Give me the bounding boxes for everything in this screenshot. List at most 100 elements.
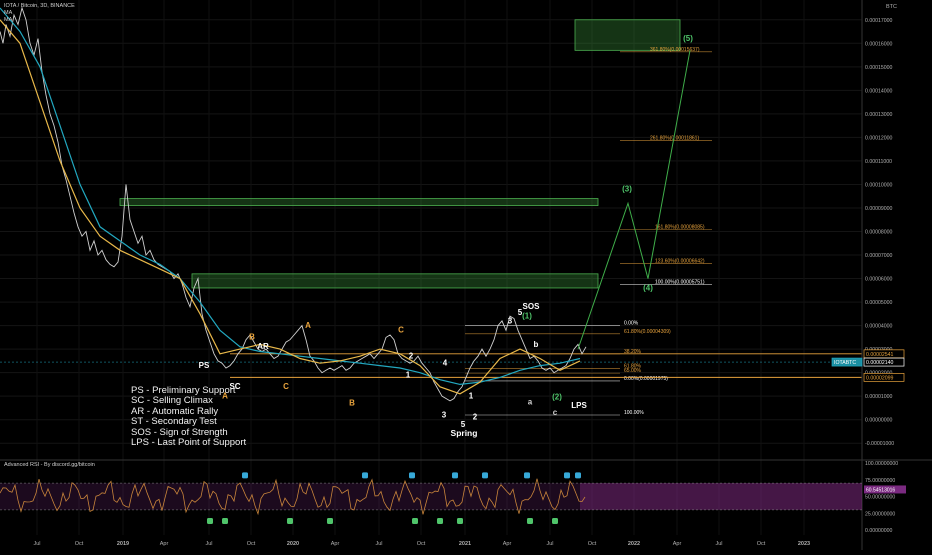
x-tick-label: Oct xyxy=(588,541,597,547)
indicator-ma-2[interactable]: MA xyxy=(4,17,75,24)
rsi-band-highlight xyxy=(580,483,862,510)
indicator-ma-1[interactable]: MA xyxy=(4,10,75,17)
x-tick-label: Oct xyxy=(757,541,766,547)
x-tick-label: Apr xyxy=(160,541,169,547)
fib-level-label: 100.00% xyxy=(624,410,644,416)
wyckoff-legend: PS - Preliminary Support SC - Selling Cl… xyxy=(131,385,247,449)
y-tick-label: 0.00017000 xyxy=(865,18,893,24)
y-tick-label: 0.00013000 xyxy=(865,112,893,118)
rsi-bottom-marker xyxy=(222,517,228,524)
fib-level-label: 261.80%(0.00011861) xyxy=(650,136,699,142)
rsi-top-marker xyxy=(409,472,415,479)
rsi-top-marker xyxy=(482,472,488,479)
y-tick-label: 0.00004000 xyxy=(865,324,893,330)
x-tick-label: 2021 xyxy=(459,541,471,547)
rsi-top-marker xyxy=(452,472,458,479)
rsi-top-marker xyxy=(524,472,530,479)
y-tick-label: 0.00005000 xyxy=(865,300,893,306)
x-tick-label: Apr xyxy=(503,541,512,547)
wave-label: 1 xyxy=(469,392,474,401)
x-tick-label: 2022 xyxy=(628,541,640,547)
fib-level-label: 65.00% xyxy=(624,368,642,374)
fib-level-label: 61.80%(0.00004309) xyxy=(624,329,671,335)
x-tick-label: Oct xyxy=(75,541,84,547)
rsi-tick-label: 100.00000000 xyxy=(865,461,898,467)
rsi-title[interactable]: Advanced RSI - By discord.gg/bitcoin xyxy=(4,462,95,468)
y-tick-label: 0.00010000 xyxy=(865,182,893,188)
currency-label: BTC xyxy=(886,4,897,10)
fib-level-label: 361.80%(0.00015637) xyxy=(650,47,700,53)
chart-header: IOTA / Bitcoin, 3D, BINANCE MA MA xyxy=(4,3,75,24)
wave-label: 2 xyxy=(409,352,414,361)
x-tick-label: Oct xyxy=(247,541,256,547)
wave-label: A xyxy=(305,321,311,330)
wave-label: 3 xyxy=(442,410,447,419)
x-tick-label: Jul xyxy=(205,541,212,547)
rsi-tick-label: 50.00000000 xyxy=(865,495,895,501)
rsi-tick-label: 0.00000000 xyxy=(865,528,893,534)
wave-label: B xyxy=(249,333,255,342)
chart-root: 361.80%(0.00015637) 261.80%(0.00011861) 1 6… xyxy=(0,0,932,550)
symbol-line: IOTA / Bitcoin, 3D, BINANCE xyxy=(4,3,75,9)
rsi-top-marker xyxy=(575,472,581,479)
wave-label: (1) xyxy=(522,312,532,321)
y-tick-label: -0.00001000 xyxy=(865,441,894,447)
x-tick-label: 2023 xyxy=(798,541,810,547)
x-tick-label: Jul xyxy=(546,541,553,547)
x-tick-label: Apr xyxy=(331,541,340,547)
wave-label: (3) xyxy=(622,185,632,194)
wave-label: PS xyxy=(199,361,210,370)
wave-label: (2) xyxy=(552,393,562,402)
rsi-bottom-marker xyxy=(287,517,293,524)
rsi-top-marker xyxy=(564,472,570,479)
rsi-tick-label: 25.00000000 xyxy=(865,511,895,517)
wave-label: AR xyxy=(257,342,269,351)
y-tick-label: 0.00014000 xyxy=(865,88,893,94)
y-tick-label: 0.00011000 xyxy=(865,159,892,165)
wave-label: b xyxy=(534,340,539,349)
price-label: 0.00002140 xyxy=(866,360,894,366)
x-tick-label: Apr xyxy=(673,541,682,547)
wave-label: 4 xyxy=(443,359,448,368)
wave-label: C xyxy=(283,382,289,391)
y-tick-label: 0.00016000 xyxy=(865,41,893,47)
wave-label: 2 xyxy=(473,413,478,422)
wave-label: (4) xyxy=(643,283,653,292)
y-tick-label: 0.00006000 xyxy=(865,277,893,283)
wave-label: LPS xyxy=(571,401,587,410)
y-tick-label: 0.00000000 xyxy=(865,418,893,424)
wave-label: SOS xyxy=(523,302,541,311)
y-tick-label: 0.00007000 xyxy=(865,253,893,259)
wave-label: c xyxy=(553,408,558,417)
fib-level-label: 0.00%(0.00001975) xyxy=(624,376,668,382)
wave-label: (5) xyxy=(683,34,693,43)
x-tick-label: Oct xyxy=(417,541,426,547)
supply-zone xyxy=(119,198,599,207)
rsi-bottom-marker xyxy=(327,517,333,524)
fib-level-label: 123.60%(0.00006642) xyxy=(655,258,705,264)
x-tick-label: Jul xyxy=(715,541,722,547)
price-label: 0.00002541 xyxy=(866,352,894,358)
rsi-bottom-marker xyxy=(527,517,533,524)
fib-level-label: 100.00%(0.00005751) xyxy=(655,279,705,285)
rsi-bottom-marker xyxy=(552,517,558,524)
x-tick-label: 2019 xyxy=(117,541,129,547)
rsi-bottom-marker xyxy=(457,517,463,524)
rsi-current-label: 60.54513016 xyxy=(866,487,895,493)
fib-level-label: 0.00% xyxy=(624,321,639,327)
wave-label: 1 xyxy=(406,370,411,379)
price-chart: 361.80%(0.00015637) 261.80%(0.00011861) 1 6… xyxy=(0,0,932,550)
legend-line: LPS - Last Point of Support xyxy=(131,437,247,449)
price-label: 0.00002099 xyxy=(866,375,894,381)
y-tick-label: 0.00001000 xyxy=(865,394,893,400)
y-tick-label: 0.00008000 xyxy=(865,230,893,236)
supply-zone xyxy=(191,273,599,289)
x-tick-label: Jul xyxy=(33,541,40,547)
y-tick-label: 0.00012000 xyxy=(865,135,893,141)
wave-label: a xyxy=(528,397,533,406)
rsi-bottom-marker xyxy=(437,517,443,524)
wave-label: C xyxy=(398,326,404,335)
wave-label: 3 xyxy=(508,316,513,325)
rsi-bottom-marker xyxy=(207,517,213,524)
x-tick-label: 2020 xyxy=(287,541,299,547)
